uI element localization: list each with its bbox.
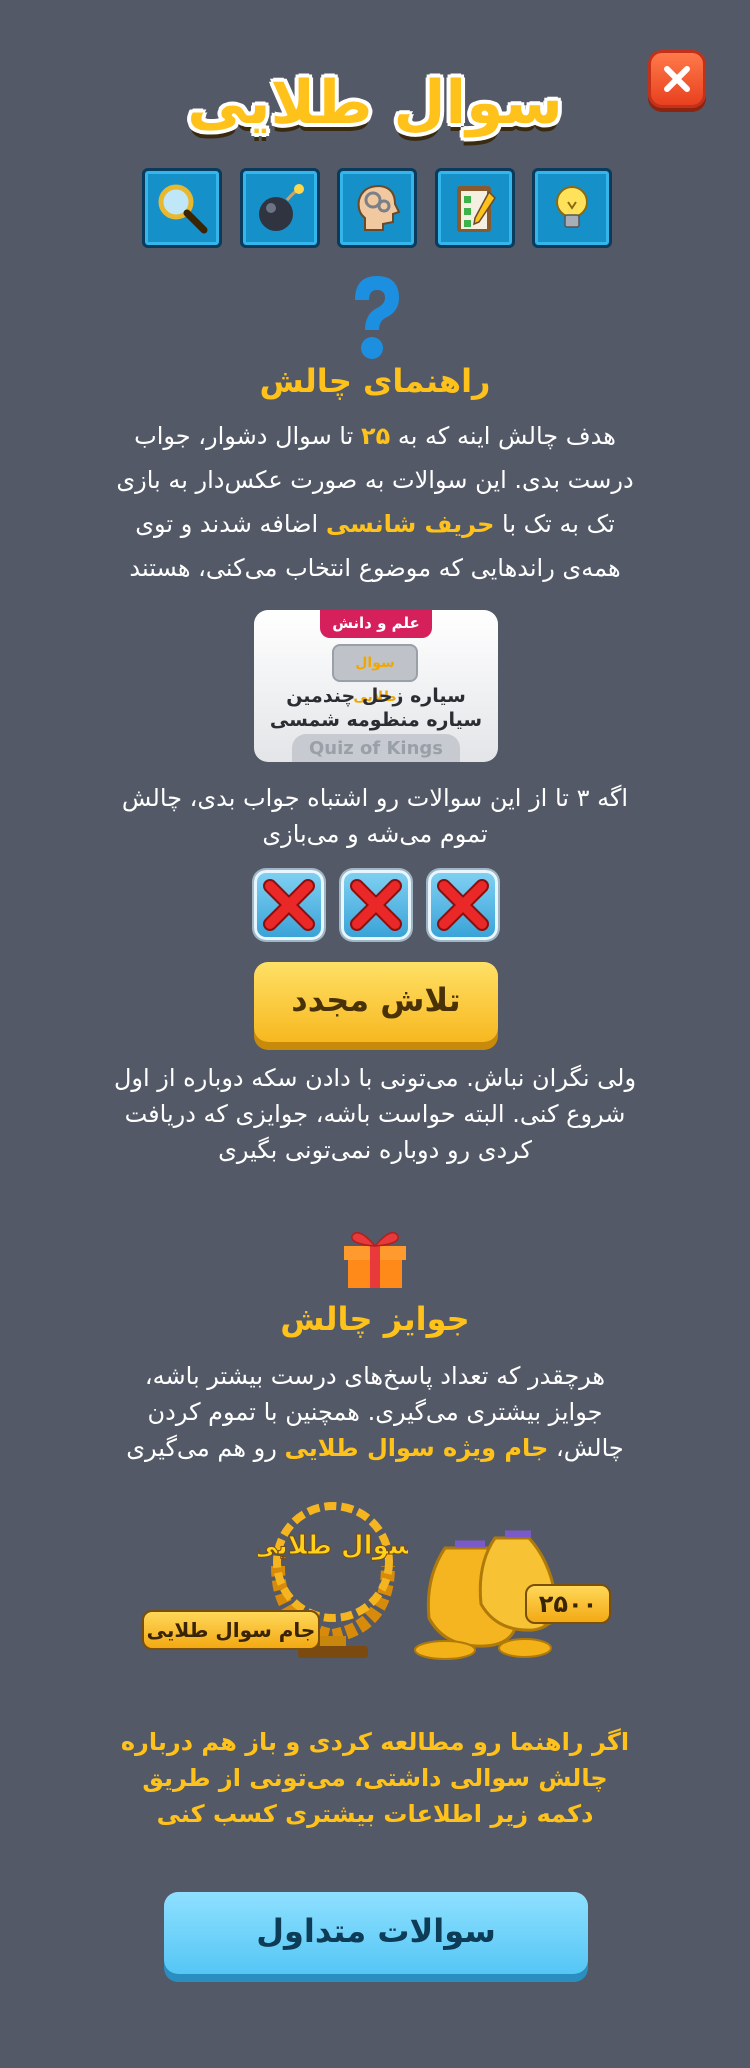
- category-tile: [142, 168, 222, 248]
- faq-button[interactable]: سوالات متداول: [164, 1892, 588, 1974]
- question-mark-icon: [355, 276, 399, 359]
- category-tile: [337, 168, 417, 248]
- brand-watermark: Quiz of Kings: [292, 734, 460, 762]
- example-question-card: علم و دانش سوال طلایی سیاره زحل چندمین س…: [254, 610, 498, 762]
- rewards-title: جوایز چالش: [280, 1300, 470, 1338]
- bomb-icon: [258, 184, 304, 231]
- category-tag: علم و دانش: [320, 610, 432, 638]
- coin-amount-label: ۲۵۰۰: [525, 1584, 611, 1624]
- lose-rule-paragraph: اگه ۳ تا از این سوالات رو اشتباه جواب بد…: [121, 784, 629, 848]
- wrong-answer-box: [428, 870, 498, 940]
- wrong-answer-box: [254, 870, 324, 940]
- guide-title: راهنمای چالش: [259, 362, 491, 400]
- category-tile: [532, 168, 612, 248]
- gift-icon: [344, 1231, 406, 1288]
- guide-paragraph: هدف چالش اینه که به ۲۵ تا سوال دشوار، جو…: [116, 422, 634, 582]
- checklist-icon: [456, 186, 496, 232]
- wrong-answer-box: [341, 870, 411, 940]
- retry-button[interactable]: تلاش مجدد: [254, 962, 498, 1042]
- cup-emblem-text: سوال طلایی: [258, 1531, 408, 1561]
- red-x-icon: [350, 879, 402, 931]
- red-x-icon: [263, 879, 315, 931]
- magnifier-icon: [158, 184, 208, 234]
- cup-label: جام سوال طلایی: [142, 1610, 320, 1650]
- card-logo: سوال طلایی: [332, 644, 418, 705]
- faq-hint-text: اگر راهنما رو مطالعه کردی و باز هم دربار…: [120, 1728, 630, 1828]
- category-tile: [239, 168, 320, 248]
- rewards-paragraph: هرچقدر که تعداد پاسخ‌های درست بیشتر باشه…: [126, 1362, 624, 1462]
- category-tile: [434, 168, 515, 248]
- rewards-illustration: سوال طلایی جام سوال طلایی ۲۵۰۰: [140, 1484, 612, 1676]
- category-icons-row: [142, 168, 612, 250]
- brain-head-icon: [357, 184, 401, 231]
- retry-info-paragraph: ولی نگران نباش. می‌تونی با دادن سکه دوبا…: [113, 1064, 637, 1164]
- red-x-icon: [437, 879, 489, 931]
- page-title: سوال طلایی: [187, 68, 563, 138]
- wrong-answers-row: [254, 870, 498, 942]
- lightbulb-icon: [556, 186, 588, 228]
